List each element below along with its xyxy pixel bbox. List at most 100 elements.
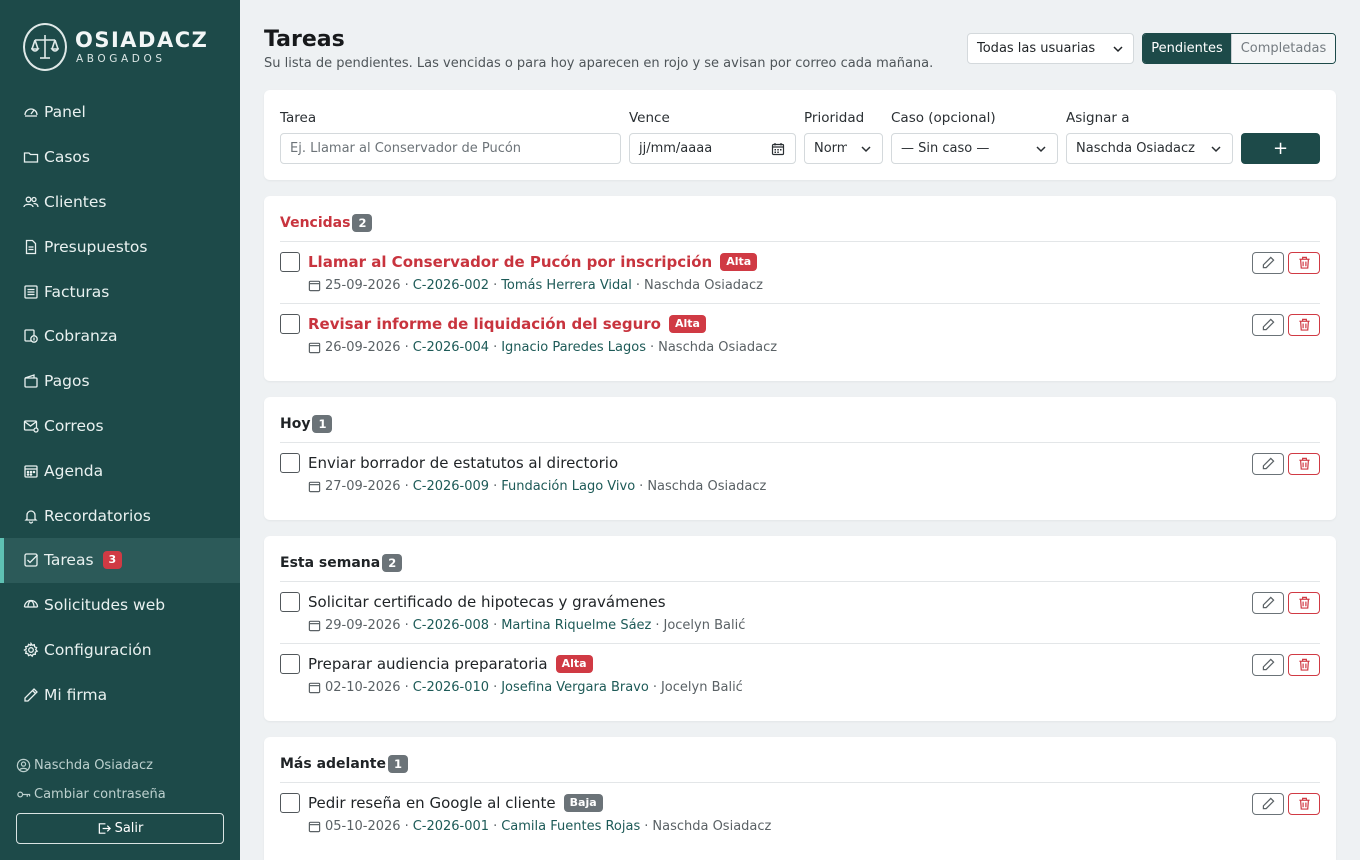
edit-task-button[interactable] <box>1252 592 1284 614</box>
delete-task-button[interactable] <box>1288 592 1320 614</box>
change-password-link[interactable]: Cambiar contraseña <box>16 784 224 804</box>
tab-completadas[interactable]: Completadas <box>1231 34 1335 63</box>
folder-icon <box>22 148 40 166</box>
section-count-badge: 1 <box>312 415 333 433</box>
task-checkbox[interactable] <box>280 314 300 334</box>
task-label: Tarea <box>280 110 317 126</box>
sidebar-item-facturas[interactable]: Facturas <box>0 269 240 314</box>
priority-label: Prioridad <box>804 110 865 126</box>
sidebar-item-correos[interactable]: Correos <box>0 404 240 449</box>
calendar-icon[interactable] <box>771 142 785 160</box>
brand[interactable]: OSIADACZ ABOGADOS <box>23 23 208 71</box>
task-case-link[interactable]: C-2026-010 <box>413 680 489 695</box>
sidebar-item-panel[interactable]: Panel <box>0 90 240 135</box>
sidebar-item-cobranza[interactable]: Cobranza <box>0 314 240 359</box>
edit-task-button[interactable] <box>1252 252 1284 274</box>
sidebar-item-casos[interactable]: Casos <box>0 135 240 180</box>
case-select[interactable]: — Sin caso — <box>891 133 1058 164</box>
delete-task-button[interactable] <box>1288 453 1320 475</box>
status-tabs: Pendientes Completadas <box>1142 33 1336 64</box>
edit-task-button[interactable] <box>1252 453 1284 475</box>
logout-button[interactable]: Salir <box>16 813 224 844</box>
add-task-button[interactable]: + <box>1241 133 1320 164</box>
chevron-down-icon <box>1035 143 1047 159</box>
assign-select[interactable]: Naschda Osiadacz <box>1066 133 1233 164</box>
priority-badge: Baja <box>563 794 603 812</box>
task-checkbox[interactable] <box>280 793 300 813</box>
sidebar-item-agenda[interactable]: Agenda <box>0 448 240 493</box>
chevron-down-icon <box>1112 43 1124 59</box>
sidebar-nav: Panel Casos Clientes Presupuestos Factur… <box>0 90 240 717</box>
page-title: Tareas <box>264 27 345 52</box>
user-circle-icon <box>16 758 31 773</box>
trash-icon <box>1298 656 1311 675</box>
logout-label: Salir <box>114 821 144 836</box>
task-client-link[interactable]: Josefina Vergara Bravo <box>501 680 649 695</box>
sidebar-item-pagos[interactable]: Pagos <box>0 359 240 404</box>
task-case-link[interactable]: C-2026-004 <box>413 340 489 355</box>
task-input[interactable]: Ej. Llamar al Conservador de Pucón <box>280 133 621 164</box>
new-task-form: Tarea Ej. Llamar al Conservador de Pucón… <box>264 90 1336 180</box>
priority-badge: Alta <box>668 315 706 333</box>
sidebar-item-label: Cobranza <box>44 327 118 346</box>
current-user-name: Naschda Osiadacz <box>34 757 153 773</box>
task-input-placeholder: Ej. Llamar al Conservador de Pucón <box>290 141 522 156</box>
task-date: 05-10-2026 <box>325 819 401 834</box>
edit-task-button[interactable] <box>1252 314 1284 336</box>
task-checkbox[interactable] <box>280 252 300 272</box>
sidebar-item-clientes[interactable]: Clientes <box>0 180 240 225</box>
task-client-link[interactable]: Ignacio Paredes Lagos <box>501 340 646 355</box>
task-checkbox[interactable] <box>280 453 300 473</box>
sidebar-item-mi-firma[interactable]: Mi firma <box>0 672 240 717</box>
task-client-link[interactable]: Tomás Herrera Vidal <box>501 278 632 293</box>
trash-icon <box>1298 316 1311 335</box>
task-case-link[interactable]: C-2026-009 <box>413 479 489 494</box>
pencil-icon <box>1262 656 1275 675</box>
task-row: Enviar borrador de estatutos al director… <box>280 444 1320 506</box>
task-meta: 05-10-2026 · C-2026-001 · Camila Fuentes R… <box>308 819 771 834</box>
delete-task-button[interactable] <box>1288 252 1320 274</box>
tab-pendientes[interactable]: Pendientes <box>1143 34 1231 63</box>
due-date-input[interactable]: jj/mm/aaaa <box>629 133 796 164</box>
task-case-link[interactable]: C-2026-001 <box>413 819 489 834</box>
pencil-icon <box>1262 455 1275 474</box>
task-date: 27-09-2026 <box>325 479 401 494</box>
task-meta: 02-10-2026 · C-2026-010 · Josefina Vergara… <box>308 680 743 695</box>
task-checkbox[interactable] <box>280 654 300 674</box>
delete-task-button[interactable] <box>1288 654 1320 676</box>
task-title: Pedir reseña en Google al cliente Baja <box>308 794 603 812</box>
section-title-text: Vencidas <box>280 215 351 231</box>
sidebar-item-recordatorios[interactable]: Recordatorios <box>0 493 240 538</box>
document-icon <box>22 238 40 256</box>
task-client-link[interactable]: Fundación Lago Vivo <box>501 479 635 494</box>
sidebar-item-tareas[interactable]: Tareas 3 <box>0 537 240 583</box>
key-icon <box>16 787 31 802</box>
sidebar-item-presupuestos[interactable]: Presupuestos <box>0 224 240 269</box>
sidebar-item-solicitudes-web[interactable]: Solicitudes web <box>0 583 240 628</box>
task-checkbox[interactable] <box>280 592 300 612</box>
delete-task-button[interactable] <box>1288 314 1320 336</box>
task-case-link[interactable]: C-2026-008 <box>413 618 489 633</box>
delete-task-button[interactable] <box>1288 793 1320 815</box>
user-filter-select[interactable]: Todas las usuarias <box>967 33 1134 64</box>
edit-task-button[interactable] <box>1252 654 1284 676</box>
divider <box>280 643 1320 644</box>
edit-task-button[interactable] <box>1252 793 1284 815</box>
task-title-text: Solicitar certificado de hipotecas y gra… <box>308 593 666 611</box>
sidebar-item-label: Facturas <box>44 282 110 301</box>
task-client-link[interactable]: Camila Fuentes Rojas <box>501 819 640 834</box>
task-title: Enviar borrador de estatutos al director… <box>308 454 618 472</box>
tasks-count-badge: 3 <box>102 551 123 570</box>
task-title: Preparar audiencia preparatoria Alta <box>308 655 593 673</box>
task-client-link[interactable]: Martina Riquelme Sáez <box>501 618 651 633</box>
brand-subtitle: ABOGADOS <box>76 52 166 65</box>
sidebar-item-configuracion[interactable]: Configuración <box>0 628 240 673</box>
task-meta: 26-09-2026 · C-2026-004 · Ignacio Paredes … <box>308 340 777 355</box>
task-case-link[interactable]: C-2026-002 <box>413 278 489 293</box>
priority-select[interactable]: Normal <box>804 133 883 164</box>
section-title-text: Hoy <box>280 416 311 432</box>
plus-icon: + <box>1272 138 1289 159</box>
task-meta: 27-09-2026 · C-2026-009 · Fundación Lago V… <box>308 479 766 494</box>
mail-icon <box>22 417 40 435</box>
due-date-placeholder: jj/mm/aaaa <box>639 141 713 156</box>
